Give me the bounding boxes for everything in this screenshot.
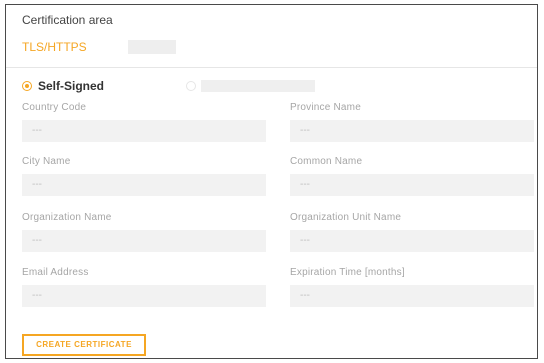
expiration-time-field: Expiration Time [months] --- bbox=[290, 266, 534, 307]
organization-unit-name-input[interactable]: --- bbox=[290, 230, 534, 252]
certification-panel: Certification area TLS/HTTPS Self-Signed… bbox=[5, 4, 538, 359]
tab-tls-https[interactable]: TLS/HTTPS bbox=[22, 40, 87, 54]
alternate-option-radio[interactable] bbox=[186, 81, 196, 91]
panel-title: Certification area bbox=[22, 13, 113, 27]
organization-unit-name-field: Organization Unit Name --- bbox=[290, 211, 534, 252]
common-name-input[interactable]: --- bbox=[290, 174, 534, 196]
email-address-label: Email Address bbox=[22, 267, 89, 278]
self-signed-label[interactable]: Self-Signed bbox=[38, 79, 104, 93]
expiration-time-label: Expiration Time [months] bbox=[290, 267, 405, 278]
country-code-field: Country Code --- bbox=[22, 101, 266, 142]
city-name-label: City Name bbox=[22, 156, 71, 167]
city-name-field: City Name --- bbox=[22, 155, 266, 196]
city-name-input[interactable]: --- bbox=[22, 174, 266, 196]
self-signed-radio[interactable] bbox=[22, 81, 32, 91]
common-name-field: Common Name --- bbox=[290, 155, 534, 196]
common-name-label: Common Name bbox=[290, 156, 363, 167]
province-name-label: Province Name bbox=[290, 102, 361, 113]
expiration-time-input[interactable]: --- bbox=[290, 285, 534, 307]
email-address-input[interactable]: --- bbox=[22, 285, 266, 307]
alternate-option-label-placeholder bbox=[201, 80, 315, 92]
tab-placeholder[interactable] bbox=[128, 40, 176, 54]
create-certificate-button[interactable]: CREATE CERTIFICATE bbox=[22, 334, 146, 356]
panel-header: Certification area TLS/HTTPS bbox=[6, 5, 537, 68]
province-name-input[interactable]: --- bbox=[290, 120, 534, 142]
country-code-input[interactable]: --- bbox=[22, 120, 266, 142]
province-name-field: Province Name --- bbox=[290, 101, 534, 142]
organization-name-field: Organization Name --- bbox=[22, 211, 266, 252]
organization-unit-name-label: Organization Unit Name bbox=[290, 212, 402, 223]
email-address-field: Email Address --- bbox=[22, 266, 266, 307]
country-code-label: Country Code bbox=[22, 102, 87, 113]
organization-name-label: Organization Name bbox=[22, 212, 112, 223]
organization-name-input[interactable]: --- bbox=[22, 230, 266, 252]
